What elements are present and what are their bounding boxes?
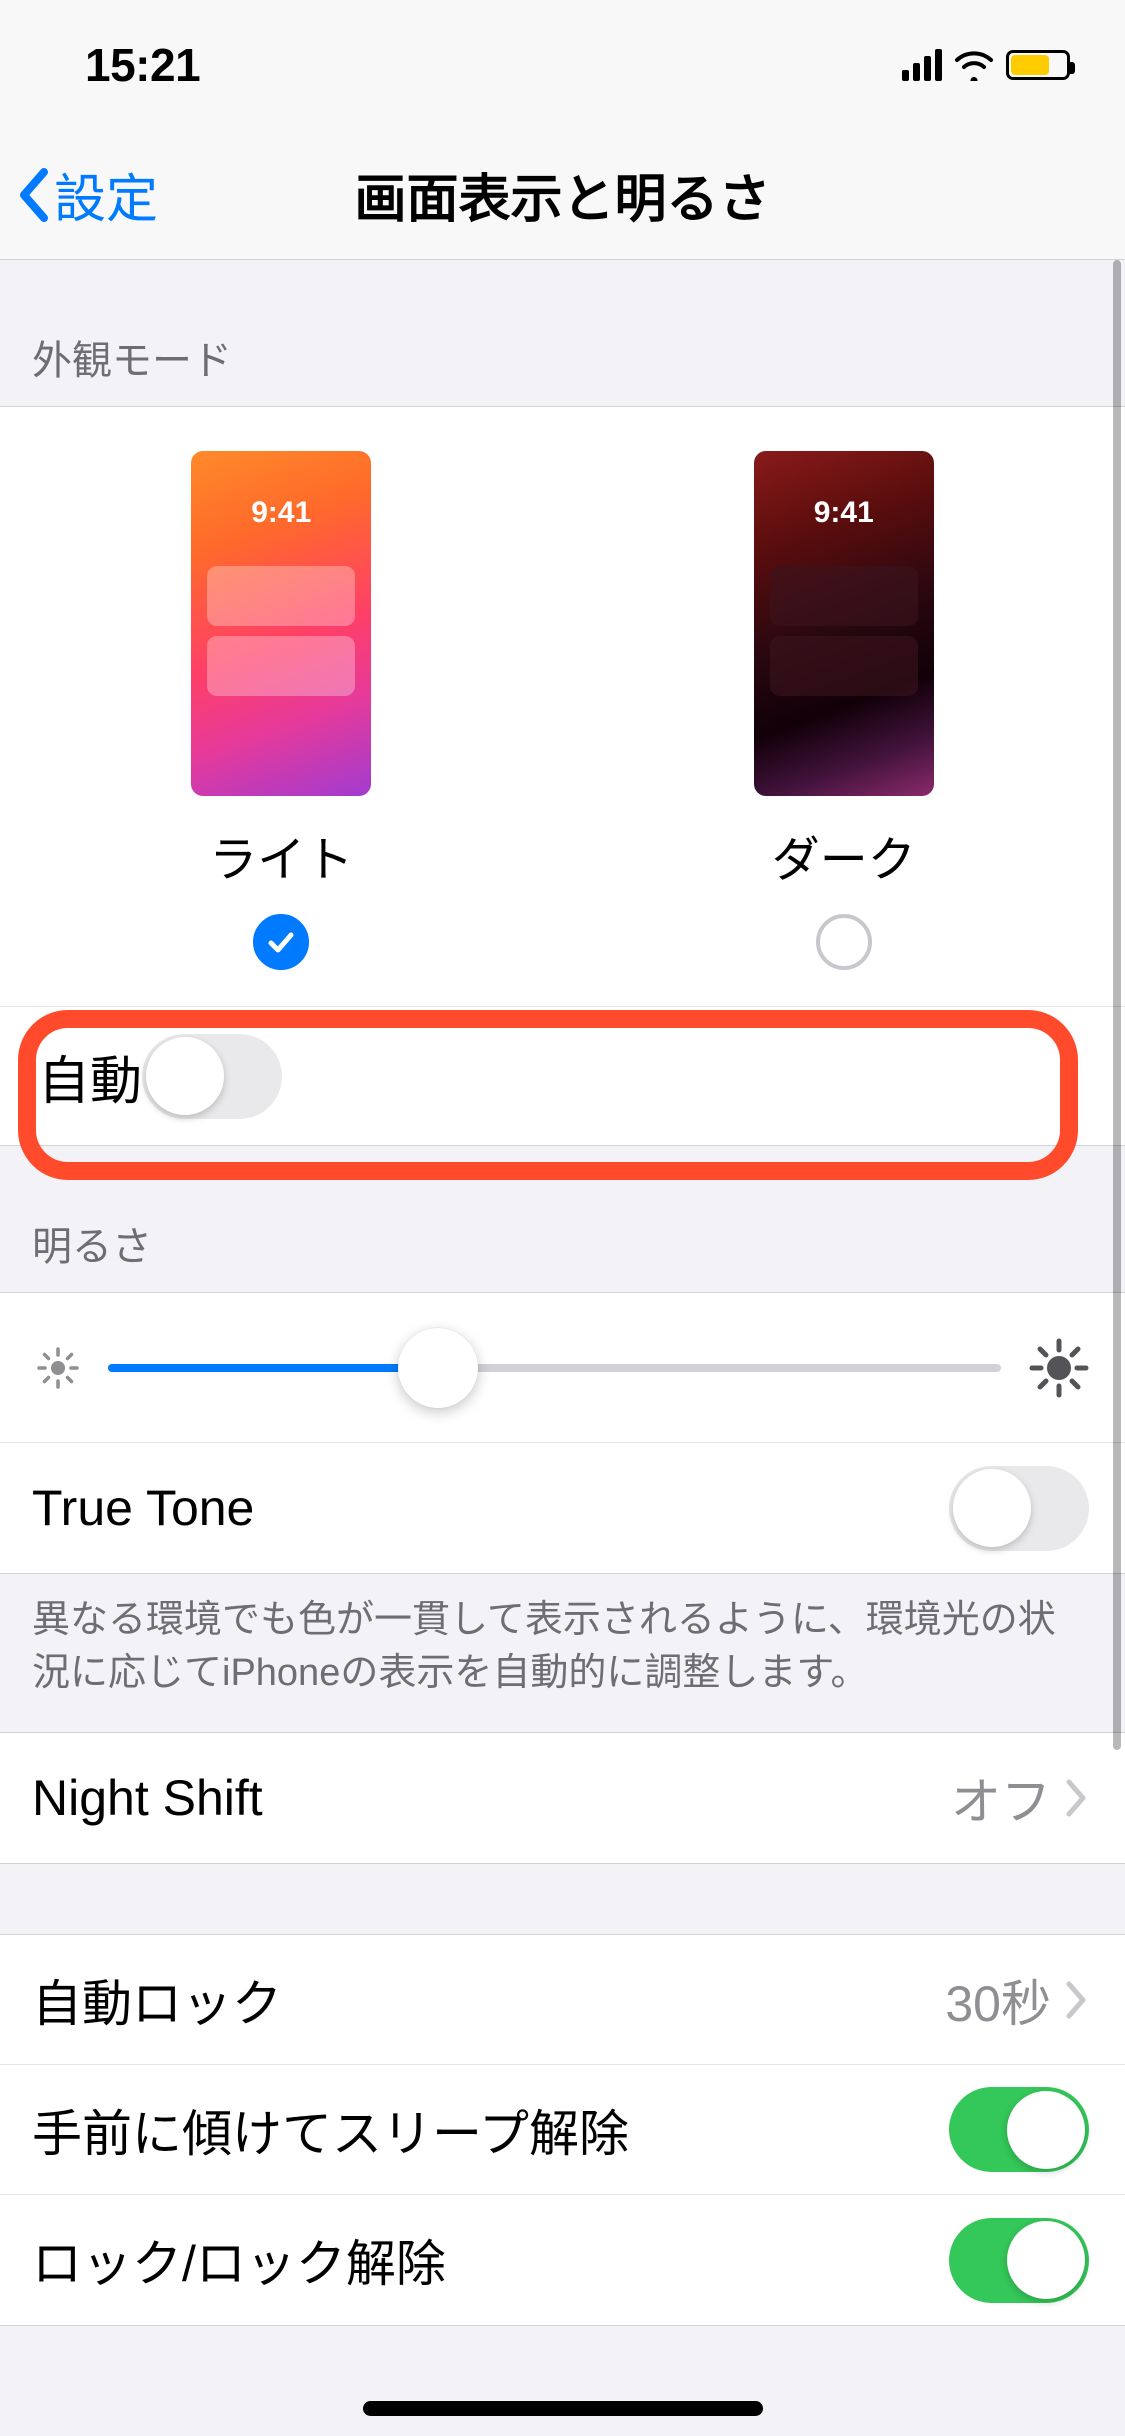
nightshift-group: Night Shift オフ — [0, 1732, 1125, 1864]
nightshift-value: オフ — [951, 1762, 1051, 1834]
truetone-toggle[interactable] — [949, 1466, 1089, 1551]
preview-time: 9:41 — [754, 496, 934, 530]
appearance-option-dark[interactable]: 9:41 ダーク — [754, 451, 934, 970]
status-bar: 15:21 — [0, 0, 1125, 130]
cellular-icon — [902, 49, 942, 81]
dark-label: ダーク — [772, 820, 916, 890]
brightness-slider[interactable] — [108, 1364, 1001, 1372]
nightshift-cell[interactable]: Night Shift オフ — [0, 1733, 1125, 1863]
section-header-appearance: 外観モード — [0, 260, 1125, 406]
auto-appearance-toggle[interactable] — [142, 1034, 282, 1119]
raise-to-wake-cell: 手前に傾けてスリープ解除 — [0, 2065, 1125, 2195]
autolock-value: 30秒 — [945, 1964, 1051, 2036]
sun-max-icon — [1029, 1338, 1089, 1398]
raise-label: 手前に傾けてスリープ解除 — [32, 2094, 629, 2166]
sun-min-icon — [36, 1346, 80, 1390]
brightness-slider-cell — [0, 1293, 1125, 1443]
truetone-footer: 異なる環境でも色が一貫して表示されるように、環境光の状況に応じてiPhoneの表… — [0, 1574, 1125, 1732]
status-time: 15:21 — [85, 38, 200, 92]
preview-dark-icon: 9:41 — [754, 451, 934, 796]
lock-unlock-cell: ロック/ロック解除 — [0, 2195, 1125, 2325]
brightness-group: True Tone — [0, 1292, 1125, 1574]
preview-time: 9:41 — [191, 496, 371, 530]
page-title: 画面表示と明るさ — [0, 157, 1125, 232]
lock-unlock-toggle[interactable] — [949, 2218, 1089, 2303]
auto-label: 自動 — [38, 1039, 142, 1114]
wifi-icon — [954, 49, 994, 81]
nav-bar: 設定 画面表示と明るさ — [0, 130, 1125, 260]
raise-to-wake-toggle[interactable] — [949, 2087, 1089, 2172]
chevron-right-icon — [1065, 1778, 1089, 1818]
home-indicator — [363, 2401, 763, 2416]
appearance-options: 9:41 ライト 9:41 ダーク — [0, 407, 1125, 1007]
battery-icon — [1006, 50, 1070, 80]
appearance-option-light[interactable]: 9:41 ライト — [191, 451, 371, 970]
scroll-indicator — [1113, 260, 1121, 1750]
lock-label: ロック/ロック解除 — [32, 2224, 446, 2296]
section-header-brightness: 明るさ — [0, 1146, 1125, 1292]
checkmark-icon — [265, 926, 297, 958]
lock-group: 自動ロック 30秒 手前に傾けてスリープ解除 ロック/ロック解除 — [0, 1934, 1125, 2326]
dark-radio[interactable] — [816, 914, 872, 970]
truetone-label: True Tone — [32, 1479, 254, 1537]
light-radio[interactable] — [253, 914, 309, 970]
preview-light-icon: 9:41 — [191, 451, 371, 796]
light-label: ライト — [209, 820, 353, 890]
chevron-right-icon — [1065, 1980, 1089, 2020]
auto-appearance-cell: 自動 — [0, 1007, 1125, 1145]
autolock-cell[interactable]: 自動ロック 30秒 — [0, 1935, 1125, 2065]
nightshift-label: Night Shift — [32, 1769, 263, 1827]
appearance-group: 9:41 ライト 9:41 ダーク 自動 — [0, 406, 1125, 1146]
autolock-label: 自動ロック — [32, 1964, 282, 2036]
status-icons — [902, 49, 1070, 81]
truetone-cell: True Tone — [0, 1443, 1125, 1573]
